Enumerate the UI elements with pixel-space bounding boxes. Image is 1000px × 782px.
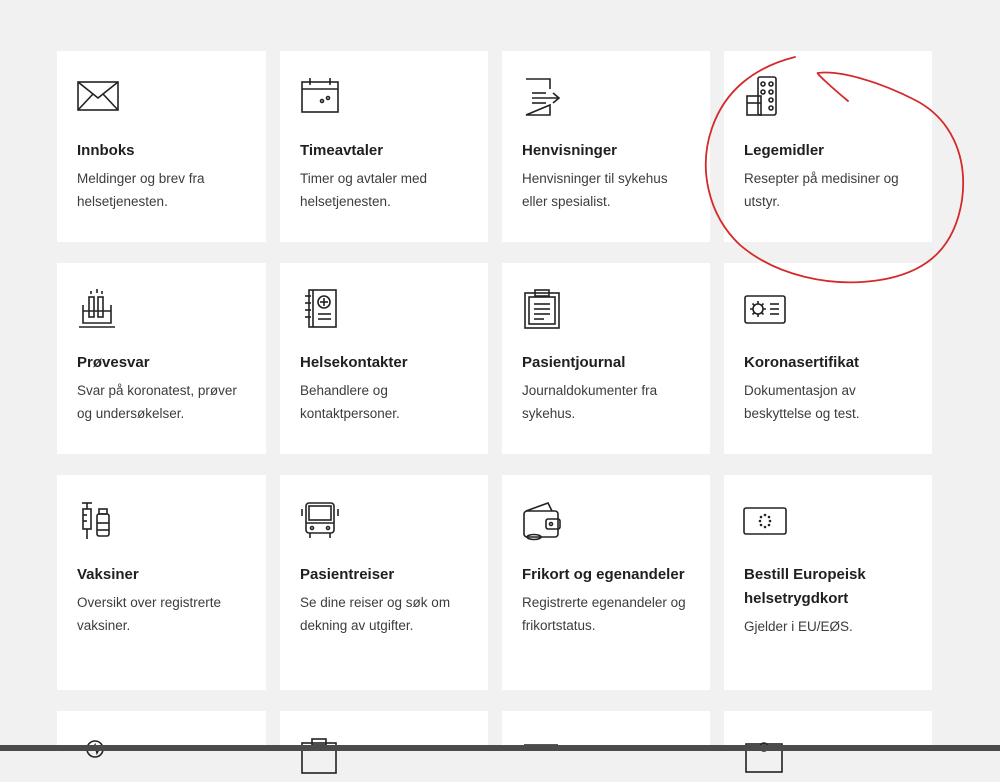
card-provesvar[interactable]: Prøvesvar Svar på koronatest, prøver og … [57, 263, 266, 454]
card-description: Dokumentasjon av beskyttelse og test. [744, 383, 860, 421]
syringe-vial-icon [77, 501, 123, 541]
card-title: Helsekontakter [300, 354, 408, 371]
corona-certificate-icon [744, 289, 790, 329]
card-title: Pasientreiser [300, 566, 395, 583]
card-title: Innboks [77, 142, 135, 159]
folder-icon [522, 737, 568, 777]
bus-icon [300, 501, 346, 541]
card-description: Resepter på medisiner og utstyr. [744, 171, 899, 209]
heartbeat-icon [77, 737, 123, 777]
card-description: Gjelder i EU/EØS. [744, 619, 853, 634]
card-description: Journaldokumenter fra sykehus. [522, 383, 658, 421]
card-title: Henvisninger [522, 142, 618, 159]
card-henvisninger[interactable]: Henvisninger Henvisninger til sykehus el… [502, 51, 710, 242]
card-description: Se dine reiser og søk om dekning av utgi… [300, 595, 451, 633]
card-frikort-og-egenandeler[interactable]: Frikort og egenandeler Registrerte egena… [502, 475, 710, 690]
taskbar-strip [0, 745, 1000, 751]
card-title: Frikort og egenandeler [522, 566, 685, 583]
card-helsekontakter[interactable]: Helsekontakter Behandlere og kontaktpers… [280, 263, 488, 454]
card-innboks[interactable]: Innboks Meldinger og brev fra helsetjene… [57, 51, 266, 242]
card-description: Registrerte egenandeler og frikortstatus… [522, 595, 686, 633]
card-title: Legemidler [744, 142, 825, 159]
card-title: Bestill Europeisk helsetrygdkort [744, 566, 866, 607]
medicine-pills-icon [744, 76, 790, 117]
card-koronasertifikat[interactable]: Koronasertifikat Dokumentasjon av beskyt… [724, 263, 932, 454]
card-bestill-europeisk-helsetrygdkort[interactable]: Bestill Europeisk helsetrygdkort Gjelder… [724, 475, 932, 690]
card-title: Vaksiner [77, 566, 139, 583]
envelope-icon [77, 77, 123, 117]
card-description: Henvisninger til sykehus eller spesialis… [522, 171, 668, 209]
card-vaksiner[interactable]: Vaksiner Oversikt over registrerte vaksi… [57, 475, 266, 690]
clipboard-icon [522, 289, 568, 329]
wallet-icon [522, 501, 568, 541]
eu-card-icon [743, 501, 790, 541]
calendar-icon [300, 77, 346, 117]
card-title: Timeavtaler [300, 142, 384, 159]
id-card-icon [744, 737, 790, 777]
card-description: Behandlere og kontaktpersoner. [300, 383, 400, 421]
card-legemidler[interactable]: Legemidler Resepter på medisiner og utst… [724, 51, 932, 242]
card-description: Timer og avtaler med helsetjenesten. [300, 171, 428, 209]
card-description: Svar på koronatest, prøver og undersøkel… [77, 383, 237, 421]
card-description: Meldinger og brev fra helsetjenesten. [77, 171, 205, 209]
contacts-book-icon [300, 289, 346, 329]
card-description: Oversikt over registrerte vaksiner. [77, 595, 222, 633]
card-title: Pasientjournal [522, 354, 626, 371]
card-timeavtaler[interactable]: Timeavtaler Timer og avtaler med helsetj… [280, 51, 488, 242]
card-pasientreiser[interactable]: Pasientreiser Se dine reiser og søk om d… [280, 475, 488, 690]
briefcase-icon [300, 737, 346, 777]
card-pasientjournal[interactable]: Pasientjournal Journaldokumenter fra syk… [502, 263, 710, 454]
card-title: Prøvesvar [77, 354, 150, 371]
referral-document-icon [522, 77, 568, 117]
card-title: Koronasertifikat [744, 354, 860, 371]
test-tubes-icon [77, 289, 123, 329]
